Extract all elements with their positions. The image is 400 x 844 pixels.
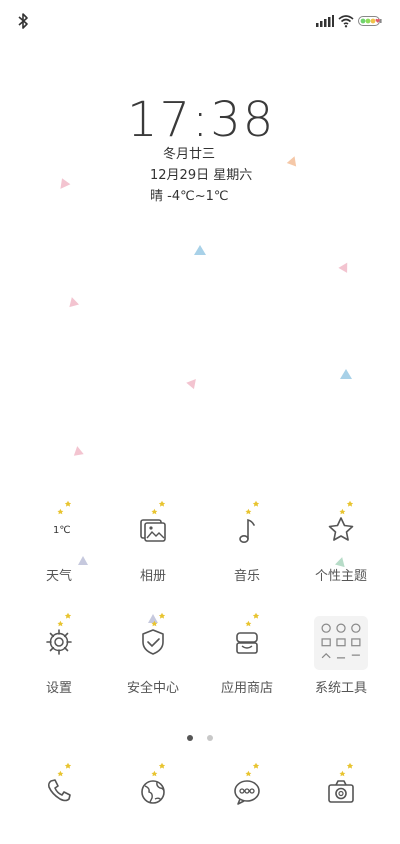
app-settings[interactable]: 设置 xyxy=(14,612,104,702)
decor-triangle xyxy=(286,154,300,167)
decor-triangle xyxy=(194,245,206,255)
shield-check-icon xyxy=(142,629,164,655)
decor-triangle xyxy=(340,369,352,379)
app-gallery[interactable]: 相册 xyxy=(108,500,198,590)
app-label: 音乐 xyxy=(233,569,260,584)
app-label: 系统工具 xyxy=(314,681,367,696)
app-system-tools[interactable]: 系统工具 xyxy=(296,616,386,702)
page-dot-active[interactable] xyxy=(187,735,194,741)
dock-browser[interactable] xyxy=(108,762,198,832)
status-bar xyxy=(0,0,400,40)
music-note-icon xyxy=(239,518,255,543)
decor-triangle xyxy=(56,176,71,189)
decor-triangle xyxy=(186,375,200,390)
decor-triangle xyxy=(72,445,84,456)
gallery-icon xyxy=(140,519,166,542)
app-label: 个性主题 xyxy=(314,569,367,584)
wifi-icon xyxy=(338,15,354,28)
app-label: 天气 xyxy=(45,569,72,584)
browser-globe-icon xyxy=(141,780,165,804)
app-label: 相册 xyxy=(139,569,166,584)
weather-temp-text: 1℃ xyxy=(53,525,71,536)
app-store[interactable]: 应用商店 xyxy=(202,612,292,702)
battery-icon xyxy=(358,16,382,26)
phone-icon xyxy=(47,779,71,802)
signal-icon xyxy=(316,15,334,27)
calendar-date[interactable]: 12月29日 星期六 xyxy=(150,164,252,183)
store-icon xyxy=(236,632,258,654)
app-label: 应用商店 xyxy=(220,681,273,696)
weather-icon: 1℃ xyxy=(39,510,79,550)
dock-phone[interactable] xyxy=(14,762,104,832)
app-weather[interactable]: 1℃ 天气 xyxy=(14,500,104,590)
decor-triangle xyxy=(67,295,79,308)
page-dot[interactable] xyxy=(206,735,213,741)
app-themes[interactable]: 个性主题 xyxy=(296,500,386,590)
folder-grid-icon xyxy=(314,616,368,670)
app-music[interactable]: 音乐 xyxy=(202,500,292,590)
star-icon xyxy=(328,517,354,541)
message-bubble-icon xyxy=(234,780,260,805)
page-indicator[interactable] xyxy=(0,726,400,745)
weather-summary[interactable]: 晴 -4℃~1℃ xyxy=(150,185,228,204)
app-label: 安全中心 xyxy=(126,681,179,696)
dock-messages[interactable] xyxy=(202,762,292,832)
dock-camera[interactable] xyxy=(296,762,386,832)
app-security-center[interactable]: 安全中心 xyxy=(108,612,198,702)
lunar-date: 冬月廿三 xyxy=(163,147,216,162)
clock-time[interactable]: 17:38 xyxy=(127,92,275,148)
bluetooth-icon xyxy=(18,13,28,29)
camera-icon xyxy=(328,780,354,803)
decor-triangle xyxy=(338,260,352,273)
app-label: 设置 xyxy=(45,681,72,696)
gear-icon xyxy=(46,629,72,655)
